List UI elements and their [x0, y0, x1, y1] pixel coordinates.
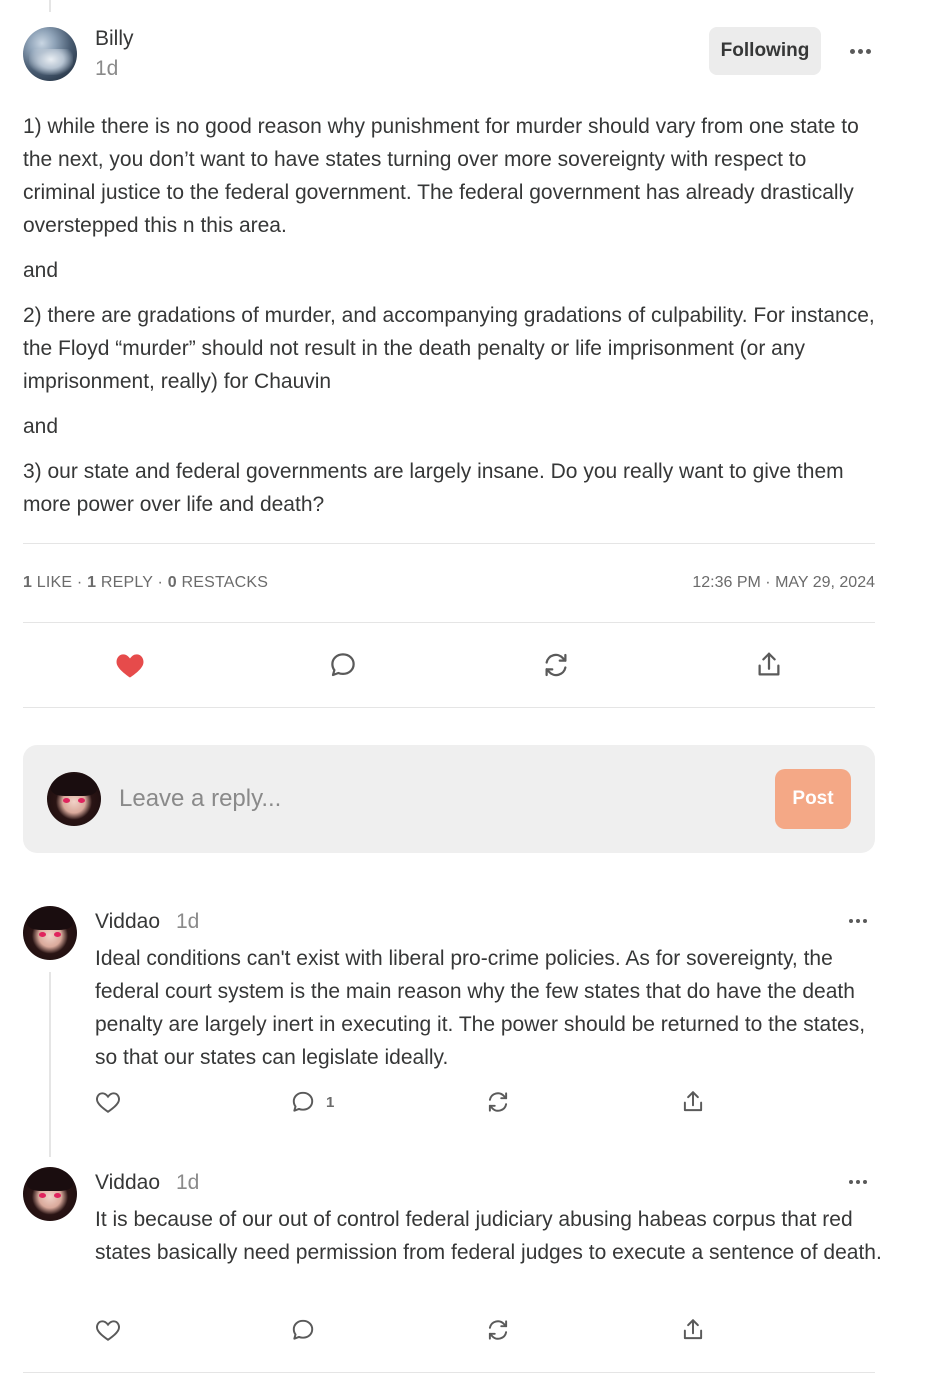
comment-paragraph: and [23, 259, 59, 282]
comment-timestamp: 12:36 PM · MAY 29, 2024 [692, 574, 875, 591]
comment-bubble-icon[interactable]: 1 [290, 1088, 334, 1116]
reply-avatar[interactable] [23, 1167, 77, 1221]
divider [23, 707, 875, 708]
reply-text: It is because of our out of control fede… [95, 1208, 882, 1264]
share-icon[interactable] [680, 1316, 706, 1344]
stats-separator: · [76, 574, 83, 591]
reply-avatar[interactable] [23, 906, 77, 960]
share-icon[interactable] [680, 1088, 706, 1116]
reply-input[interactable]: Leave a reply... [119, 785, 281, 813]
comment-paragraph: 2) there are gradations of murder, and a… [23, 304, 875, 393]
stats-separator: · [157, 574, 164, 591]
reply-text: Ideal conditions can't exist with libera… [95, 947, 866, 1069]
reply-time: 1d [176, 1171, 200, 1194]
divider [23, 622, 875, 623]
post-button[interactable]: Post [775, 769, 851, 829]
comment-paragraph: and [23, 415, 59, 438]
restacks-count: 0 [167, 574, 177, 591]
reply-action-bar: 1 [95, 1088, 735, 1118]
heart-icon[interactable] [95, 1316, 121, 1344]
comment-paragraph: 1) while there is no good reason why pun… [23, 115, 859, 237]
heart-icon[interactable] [113, 648, 147, 682]
author-avatar[interactable] [23, 27, 77, 81]
replies-count: 1 [87, 574, 97, 591]
restack-icon[interactable] [485, 1316, 511, 1344]
current-user-avatar [47, 772, 101, 826]
comment-body: 1) while there is no good reason why pun… [23, 110, 883, 533]
reply-action-bar [95, 1316, 735, 1346]
share-icon[interactable] [752, 648, 786, 682]
author-name[interactable]: Billy [95, 27, 134, 51]
comment-time: 1d [95, 57, 119, 80]
main-comment-header: Billy 1d Following [23, 27, 875, 83]
divider [23, 1372, 875, 1373]
comment-bubble-icon[interactable] [326, 648, 360, 682]
restack-icon[interactable] [485, 1088, 511, 1116]
following-button[interactable]: Following [709, 27, 821, 75]
restack-icon[interactable] [539, 648, 573, 682]
likes-count: 1 [23, 574, 33, 591]
comment-stats: 1 LIKE · 1 REPLY · 0 RESTACKS [23, 574, 268, 592]
comment-action-bar [23, 640, 875, 690]
reply-item: Viddao 1d Ideal conditions can't exist w… [23, 906, 883, 1120]
divider [23, 543, 875, 544]
likes-label[interactable]: LIKE [37, 574, 73, 591]
thread-line-top [49, 0, 51, 12]
more-options-icon[interactable] [845, 39, 875, 63]
reply-count: 1 [326, 1093, 335, 1111]
heart-icon[interactable] [95, 1088, 121, 1116]
restacks-label[interactable]: RESTACKS [181, 574, 268, 591]
reply-item: Viddao 1d It is because of our out of co… [23, 1167, 883, 1361]
more-options-icon[interactable] [849, 1175, 873, 1189]
comment-paragraph: 3) our state and federal governments are… [23, 460, 844, 516]
more-options-icon[interactable] [849, 914, 873, 928]
reply-author[interactable]: Viddao [95, 1171, 160, 1195]
reply-author[interactable]: Viddao [95, 910, 160, 934]
replies-label[interactable]: REPLY [101, 574, 153, 591]
comment-bubble-icon[interactable] [290, 1316, 316, 1344]
reply-composer: Leave a reply... Post [23, 745, 875, 853]
reply-time: 1d [176, 910, 200, 933]
